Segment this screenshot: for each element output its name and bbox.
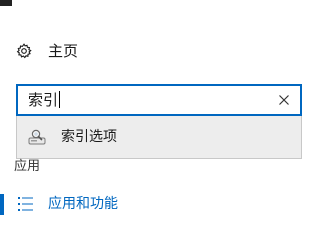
gear-icon (16, 43, 32, 59)
section-heading-apps: 应用 (14, 159, 41, 174)
selected-indicator (0, 194, 4, 215)
text-caret (59, 91, 61, 108)
clear-search-button[interactable] (276, 92, 292, 108)
list-icon (18, 196, 34, 212)
nav-item-home[interactable]: 主页 (16, 40, 78, 62)
search-input[interactable]: 索引 (16, 84, 302, 116)
indexing-options-icon (27, 127, 47, 147)
nav-item-home-label: 主页 (48, 42, 79, 60)
nav-item-apps-and-features-label: 应用和功能 (48, 196, 118, 212)
search-suggestion-item[interactable]: 索引选项 (16, 116, 302, 159)
search-suggestion-label: 索引选项 (61, 129, 117, 145)
window-edge-fragment (0, 0, 12, 6)
search-input-value[interactable]: 索引 (28, 90, 276, 110)
nav-item-apps-and-features[interactable]: 应用和功能 (0, 192, 334, 217)
close-icon (279, 95, 289, 105)
